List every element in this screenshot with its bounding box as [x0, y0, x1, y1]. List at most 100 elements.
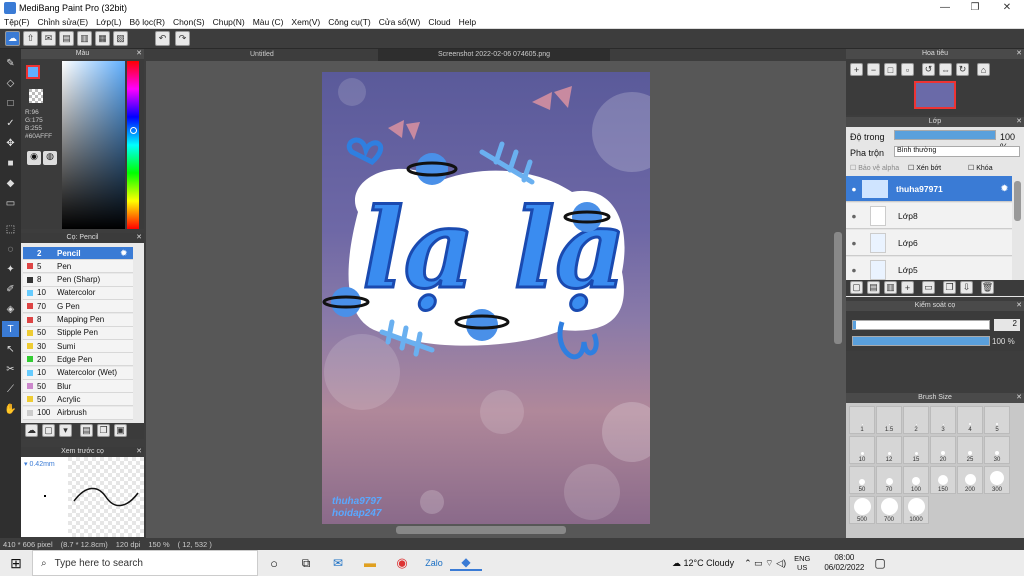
brush-tool-icon[interactable]: ✎: [2, 55, 19, 71]
layer-row[interactable]: ● thuha97971 ✹: [846, 176, 1012, 202]
comment-icon[interactable]: ✉: [41, 31, 56, 46]
minimize-button[interactable]: —: [930, 0, 960, 15]
flip-icon[interactable]: ⇔: [939, 63, 952, 76]
brush-menu-icon[interactable]: ▾: [59, 424, 72, 437]
menu-file[interactable]: Tệp(F): [0, 17, 34, 27]
document-icon[interactable]: ▥: [77, 31, 92, 46]
brush-size-cell[interactable]: 1: [849, 406, 875, 434]
eraser-tool-icon[interactable]: ◇: [2, 75, 19, 91]
brush-size-cell[interactable]: 3: [930, 406, 956, 434]
brush-size-cell[interactable]: 1.5: [876, 406, 902, 434]
chrome-icon[interactable]: ◉: [386, 555, 418, 571]
operation-tool-icon[interactable]: ↖: [2, 341, 19, 357]
redo-icon[interactable]: ↷: [175, 31, 190, 46]
zoom-out-icon[interactable]: −: [867, 63, 880, 76]
brush-settings-icon[interactable]: ▤: [80, 424, 93, 437]
brush-size-cell[interactable]: 200: [957, 466, 983, 494]
tab-untitled[interactable]: Untitled: [250, 51, 274, 58]
reset-view-icon[interactable]: ⌂: [977, 63, 990, 76]
export-icon[interactable]: ▤: [59, 31, 74, 46]
panel-close-icon[interactable]: ✕: [136, 447, 142, 457]
weather-widget[interactable]: ☁ 12°C Cloudy: [672, 558, 734, 569]
menu-select[interactable]: Chọn(S): [169, 17, 209, 27]
brush-copy-icon[interactable]: ❐: [97, 424, 110, 437]
menu-view[interactable]: Xem(V): [287, 17, 324, 27]
brush-size-cell[interactable]: 500: [849, 496, 875, 524]
brush-size-input[interactable]: 2: [994, 319, 1020, 331]
eye-icon[interactable]: ●: [846, 184, 862, 194]
brush-delete-icon[interactable]: ▣: [114, 424, 127, 437]
panel-close-icon[interactable]: ✕: [1016, 117, 1022, 127]
task-view-icon[interactable]: ○: [258, 556, 290, 571]
layer-row[interactable]: ● Lớp6: [846, 230, 1012, 256]
layer-row[interactable]: ● Lớp8: [846, 203, 1012, 229]
secondary-color-swatch[interactable]: [29, 89, 43, 103]
grid-icon[interactable]: ▦: [95, 31, 110, 46]
eye-icon[interactable]: ●: [846, 265, 862, 275]
hue-handle[interactable]: [130, 127, 137, 134]
brush-item[interactable]: 50 Stipple Pen: [23, 326, 133, 340]
select-tool-icon[interactable]: ⬚: [2, 221, 19, 237]
menu-edit[interactable]: Chỉnh sửa(E): [34, 17, 93, 27]
brush-item[interactable]: 50 Blur: [23, 380, 133, 393]
brush-size-slider[interactable]: [852, 320, 990, 330]
cloud-icon[interactable]: ☁: [5, 31, 20, 46]
mail-icon[interactable]: ✉: [322, 556, 354, 570]
brush-size-cell[interactable]: 50: [849, 466, 875, 494]
medibang-taskbar-icon[interactable]: ◆: [450, 555, 482, 571]
maximize-button[interactable]: ❐: [960, 0, 990, 15]
new-halftone-layer-icon[interactable]: ▤: [867, 281, 880, 294]
menu-filter[interactable]: Bộ lọc(R): [126, 17, 169, 27]
text-tool-icon[interactable]: T: [2, 321, 19, 337]
menu-capture[interactable]: Chụp(N): [209, 17, 249, 27]
duplicate-layer-icon[interactable]: ❐: [943, 281, 956, 294]
upload-icon[interactable]: ⇧: [23, 31, 38, 46]
brush-size-cell[interactable]: 4: [957, 406, 983, 434]
brush-size-cell[interactable]: 10: [849, 436, 875, 464]
brush-size-cell[interactable]: 25: [957, 436, 983, 464]
lasso-tool-icon[interactable]: ◌: [2, 241, 19, 257]
horizontal-scrollbar[interactable]: [396, 526, 566, 534]
notification-icon[interactable]: ▢: [874, 556, 885, 570]
panel-close-icon[interactable]: ✕: [1016, 301, 1022, 311]
panel-close-icon[interactable]: ✕: [1016, 49, 1022, 59]
brush-item[interactable]: 8 Pen (Sharp): [23, 273, 133, 287]
folder-icon[interactable]: ▭: [922, 281, 935, 294]
new-layer-icon[interactable]: ▢: [850, 281, 863, 294]
new-8bit-layer-icon[interactable]: ▥: [884, 281, 897, 294]
artwork-canvas[interactable]: lạ lạ thuha9797 hoidap247: [322, 72, 650, 524]
clock[interactable]: 08:00 06/02/2022: [824, 553, 864, 573]
add-layer-menu-icon[interactable]: +: [901, 281, 914, 294]
menu-tools[interactable]: Công cụ(T): [324, 17, 375, 27]
panel-close-icon[interactable]: ✕: [136, 233, 142, 243]
brush-size-cell[interactable]: 150: [930, 466, 956, 494]
brush-item[interactable]: 20 Edge Pen: [23, 353, 133, 367]
language-indicator[interactable]: ENG US: [794, 554, 810, 572]
merge-layer-icon[interactable]: ⇩: [960, 281, 973, 294]
actual-size-icon[interactable]: ▫: [901, 63, 914, 76]
zoom-in-icon[interactable]: +: [850, 63, 863, 76]
tray-icons[interactable]: ⌃ ▭ ⌔ ◁): [744, 558, 786, 569]
hue-slider[interactable]: [127, 61, 139, 229]
delete-layer-icon[interactable]: 🗑: [981, 281, 994, 294]
new-brush-icon[interactable]: ▢: [42, 424, 55, 437]
brush-size-cell[interactable]: 2: [903, 406, 929, 434]
eye-icon[interactable]: ●: [846, 238, 862, 248]
brush-size-cell[interactable]: 100: [903, 466, 929, 494]
taskbar-search[interactable]: ⌕ Type here to search: [32, 550, 258, 576]
menu-color[interactable]: Màu (C): [249, 17, 288, 27]
panel-close-icon[interactable]: ✕: [1016, 393, 1022, 403]
brush-item[interactable]: 5 Pen: [23, 260, 133, 274]
bucket-tool-icon[interactable]: ◆: [2, 175, 19, 191]
clipping-checkbox[interactable]: ☐ Xén bớt: [908, 164, 941, 172]
panel-close-icon[interactable]: ✕: [136, 49, 142, 59]
brush-opacity-slider[interactable]: [852, 336, 990, 346]
brush-item[interactable]: 2 Pencil: [23, 247, 133, 260]
menu-help[interactable]: Help: [455, 17, 480, 27]
zalo-icon[interactable]: Zalo: [418, 558, 450, 568]
vertical-scrollbar[interactable]: [834, 232, 842, 344]
color-wheel-icon[interactable]: ◍: [43, 151, 57, 165]
saturation-value-picker[interactable]: [62, 61, 125, 229]
brush-size-cell[interactable]: 5: [984, 406, 1010, 434]
brush-size-cell[interactable]: 15: [903, 436, 929, 464]
